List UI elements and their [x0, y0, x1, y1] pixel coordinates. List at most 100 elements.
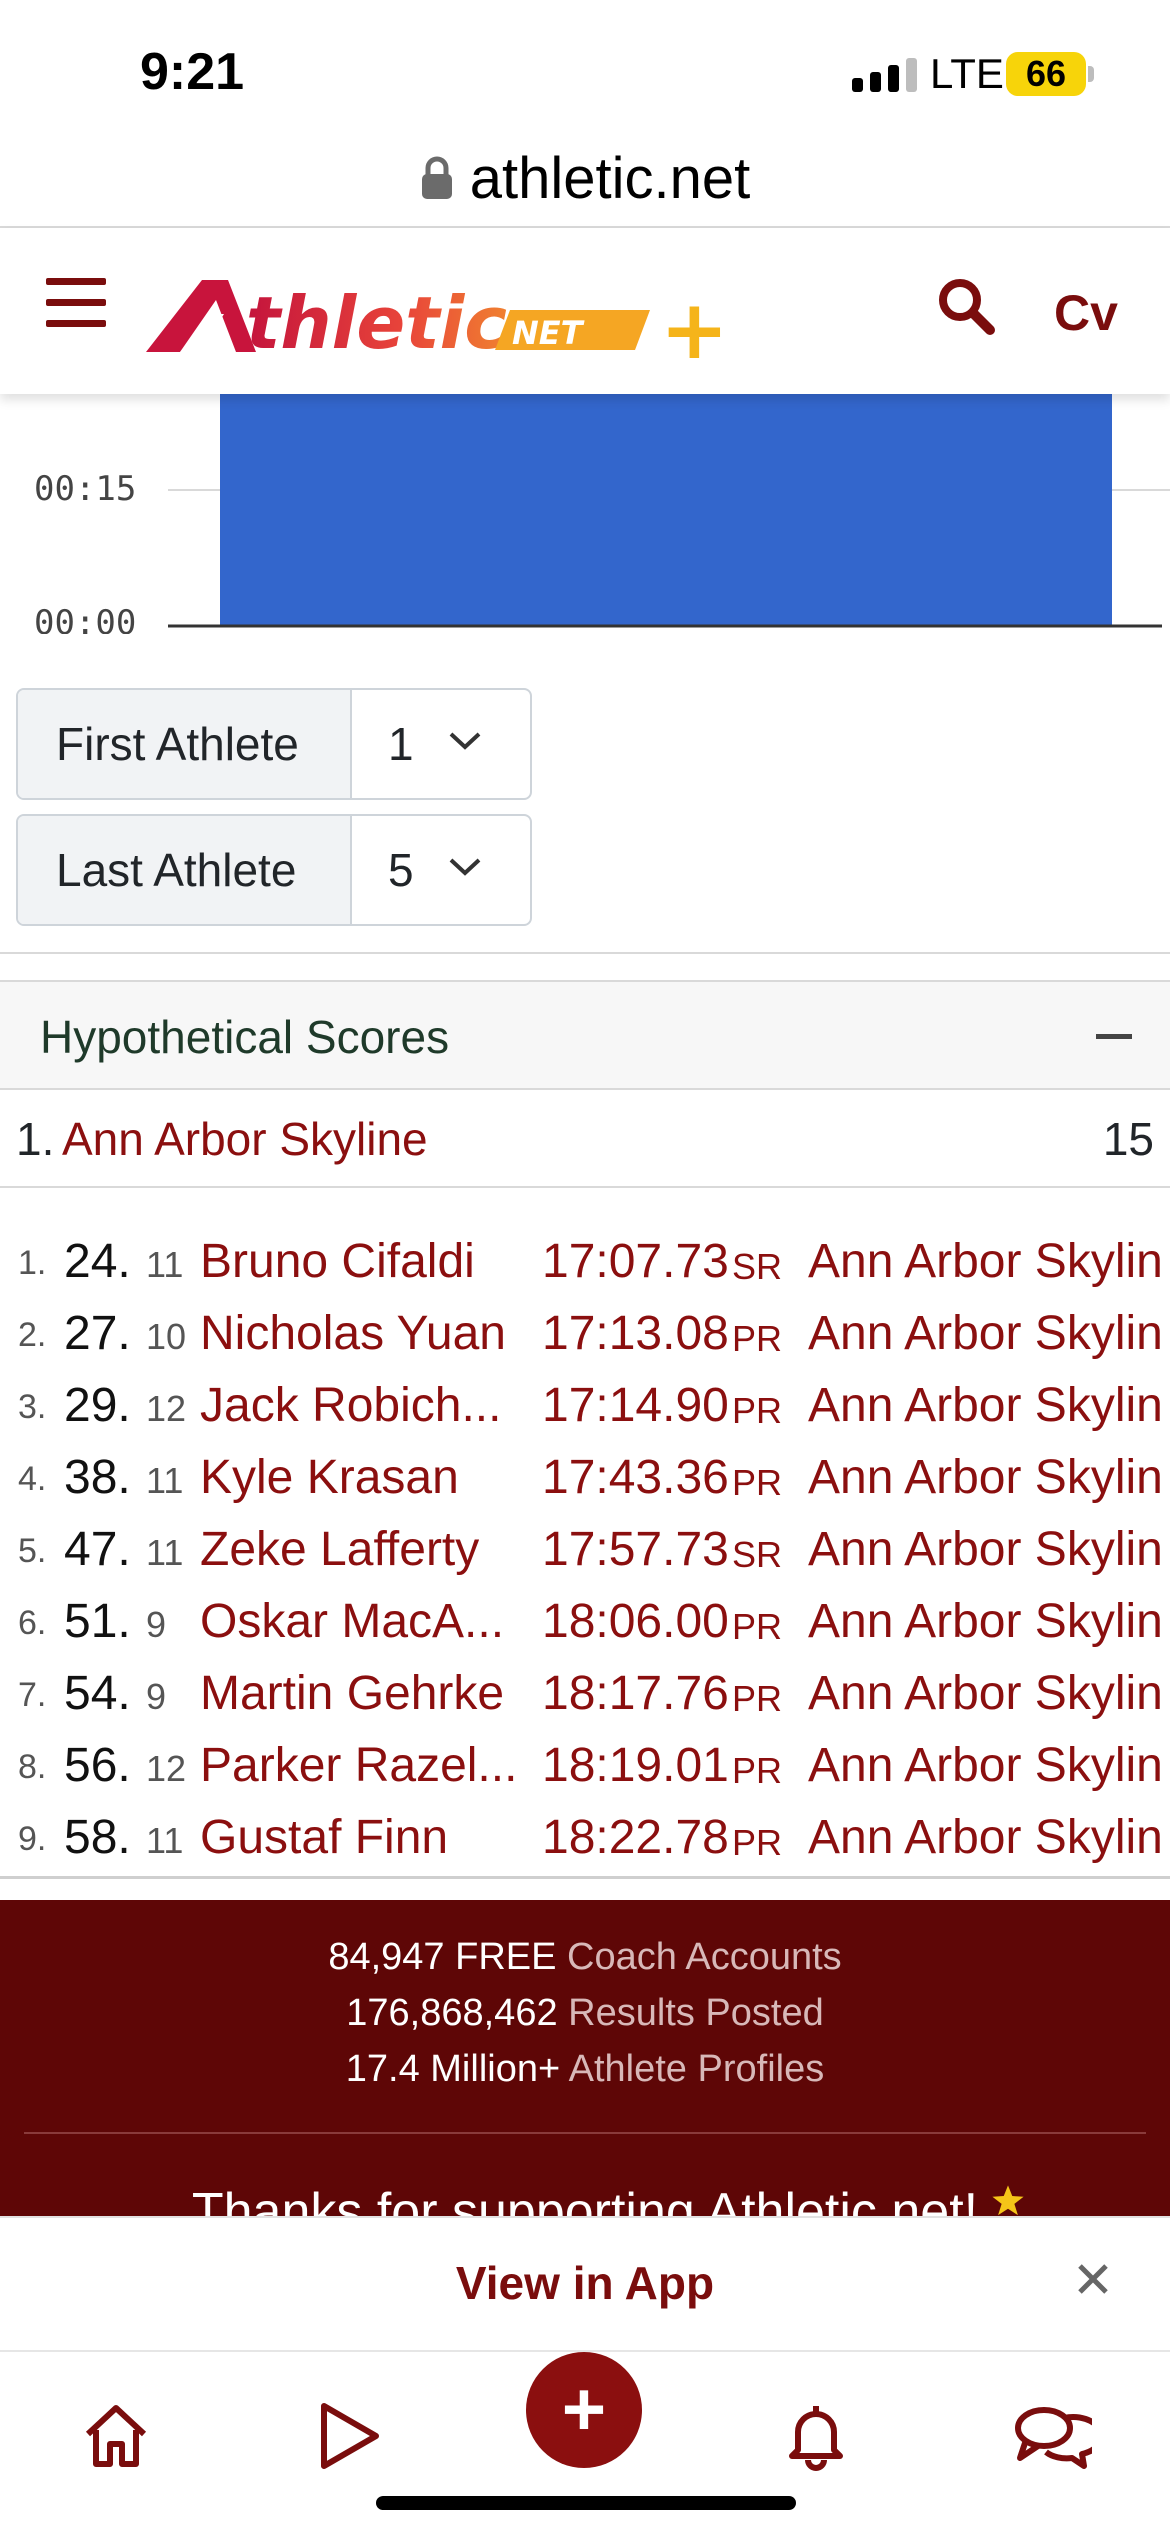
result-time-link[interactable]: 18:06.00: [542, 1594, 729, 1649]
result-time-link[interactable]: 17:14.90: [542, 1378, 729, 1433]
record-tag: PR: [732, 1318, 783, 1359]
athlete-name-link[interactable]: Kyle Krasan: [200, 1450, 459, 1505]
record-tag: PR: [732, 1390, 783, 1431]
row-index: 9.: [18, 1820, 47, 1858]
athlete-name-link[interactable]: Bruno Cifaldi: [200, 1234, 475, 1289]
result-time-link[interactable]: 17:57.73: [542, 1522, 729, 1577]
row-index: 2.: [18, 1316, 47, 1354]
result-row: 5. 47. 11 Zeke Lafferty 17:57.73 SR Ann …: [0, 1508, 1170, 1580]
close-icon[interactable]: [1076, 2262, 1110, 2296]
result-time-link[interactable]: 18:19.01: [542, 1738, 729, 1793]
site-header: thletic NET + Cv: [0, 228, 1170, 394]
results-list: 1. 24. 11 Bruno Cifaldi 17:07.73 SR Ann …: [0, 1196, 1170, 1879]
footer-stat-results: 176,868,462 Results Posted: [0, 1992, 1170, 2035]
grade: 12: [146, 1388, 187, 1429]
first-athlete-selected: 1: [388, 718, 414, 770]
collapse-icon[interactable]: [1096, 1034, 1132, 1039]
place: 47.: [64, 1523, 131, 1576]
last-athlete-value[interactable]: 5: [352, 816, 530, 924]
play-icon[interactable]: [312, 2400, 384, 2472]
add-button[interactable]: +: [526, 2352, 642, 2468]
team-link[interactable]: Ann Arbor Skylin: [808, 1234, 1170, 1289]
record-tag: PR: [732, 1822, 783, 1863]
team-link[interactable]: Ann Arbor Skylin: [808, 1522, 1170, 1577]
athlete-name-link[interactable]: Zeke Lafferty: [200, 1522, 479, 1577]
athlete-name-link[interactable]: Jack Robich...: [200, 1378, 501, 1433]
row-index: 6.: [18, 1604, 47, 1642]
result-row: 3. 29. 12 Jack Robich... 17:14.90 PR Ann…: [0, 1364, 1170, 1436]
result-time-link[interactable]: 18:17.76: [542, 1666, 729, 1721]
record-tag: PR: [732, 1606, 783, 1647]
team-link[interactable]: Ann Arbor Skylin: [808, 1738, 1170, 1793]
grade: 11: [146, 1460, 184, 1501]
result-time-link[interactable]: 17:07.73: [542, 1234, 729, 1289]
row-index: 7.: [18, 1676, 47, 1714]
result-row: 9. 58. 11 Gustaf Finn 18:22.78 PR Ann Ar…: [0, 1796, 1170, 1868]
result-time-link[interactable]: 18:22.78: [542, 1810, 729, 1865]
bottom-nav: +: [0, 2350, 1170, 2534]
grade: 10: [146, 1316, 187, 1357]
grade: 9: [146, 1676, 167, 1717]
record-tag: PR: [732, 1750, 783, 1791]
athlete-name-link[interactable]: Oskar MacA...: [200, 1594, 504, 1649]
first-athlete-label: First Athlete: [18, 690, 352, 798]
team-link[interactable]: Ann Arbor Skylin: [808, 1594, 1170, 1649]
card-title: Hypothetical Scores: [40, 1011, 450, 1063]
first-athlete-select[interactable]: First Athlete 1: [16, 688, 532, 800]
team-link[interactable]: Ann Arbor Skylin: [808, 1810, 1170, 1865]
chevron-down-icon: [449, 732, 481, 750]
place: 27.: [64, 1307, 131, 1360]
result-time-link[interactable]: 17:43.36: [542, 1450, 729, 1505]
first-athlete-value[interactable]: 1: [352, 690, 530, 798]
result-time-link[interactable]: 17:13.08: [542, 1306, 729, 1361]
row-index: 1.: [18, 1244, 47, 1282]
last-athlete-select[interactable]: Last Athlete 5: [16, 814, 532, 926]
athlete-name-link[interactable]: Gustaf Finn: [200, 1810, 448, 1865]
place: 29.: [64, 1379, 131, 1432]
view-in-app-banner[interactable]: View in App: [0, 2216, 1170, 2350]
result-row: 2. 27. 10 Nicholas Yuan 17:13.08 PR Ann …: [0, 1292, 1170, 1364]
url-text[interactable]: athletic.net: [470, 145, 751, 212]
record-tag: PR: [732, 1678, 783, 1719]
logo-text: thletic: [246, 281, 507, 365]
view-in-app-button[interactable]: View in App: [0, 2256, 1170, 2310]
bell-icon[interactable]: [780, 2400, 852, 2472]
user-initials-button[interactable]: Cv: [1054, 284, 1118, 342]
athlete-name-link[interactable]: Martin Gehrke: [200, 1666, 504, 1721]
stat-label: Coach Accounts: [567, 1936, 842, 1978]
status-bar: 9:21 LTE 66: [0, 0, 1170, 130]
chat-icon[interactable]: [1012, 2400, 1092, 2472]
place: 56.: [64, 1739, 131, 1792]
footer-stat-profiles: 17.4 Million+ Athlete Profiles: [0, 2048, 1170, 2091]
logo-net-text: NET: [512, 314, 585, 352]
athletic-net-logo[interactable]: thletic NET +: [140, 270, 740, 370]
y-tick-label: 00:00: [34, 603, 136, 634]
chart-bar: [220, 394, 1112, 626]
team-link[interactable]: Ann Arbor Skylin: [808, 1306, 1170, 1361]
scores-card-header[interactable]: Hypothetical Scores: [0, 980, 1170, 1090]
y-tick-label: 00:15: [34, 469, 136, 509]
url-bar[interactable]: athletic.net: [0, 130, 1170, 228]
team-link[interactable]: Ann Arbor Skylin: [808, 1378, 1170, 1433]
footer-stat-coach: 84,947 FREE Coach Accounts: [0, 1936, 1170, 1979]
place: 38.: [64, 1451, 131, 1504]
record-tag: SR: [732, 1534, 783, 1575]
team-name-link[interactable]: Ann Arbor Skyline: [62, 1112, 428, 1166]
team-score-row: 1. Ann Arbor Skyline 15: [0, 1090, 1170, 1188]
home-indicator: [376, 2496, 796, 2510]
result-row: 1. 24. 11 Bruno Cifaldi 17:07.73 SR Ann …: [0, 1220, 1170, 1292]
row-index: 4.: [18, 1460, 47, 1498]
search-icon[interactable]: [936, 276, 996, 336]
last-athlete-selected: 5: [388, 844, 414, 896]
home-icon[interactable]: [80, 2400, 152, 2472]
place: 51.: [64, 1595, 131, 1648]
record-tag: SR: [732, 1246, 783, 1287]
team-link[interactable]: Ann Arbor Skylin: [808, 1666, 1170, 1721]
athlete-name-link[interactable]: Nicholas Yuan: [200, 1306, 506, 1361]
grade: 11: [146, 1244, 184, 1285]
hamburger-menu-icon[interactable]: [46, 278, 106, 328]
team-link[interactable]: Ann Arbor Skylin: [808, 1450, 1170, 1505]
network-type: LTE: [930, 50, 1004, 97]
athlete-name-link[interactable]: Parker Razel...: [200, 1738, 517, 1793]
footer-divider: [24, 2132, 1146, 2134]
